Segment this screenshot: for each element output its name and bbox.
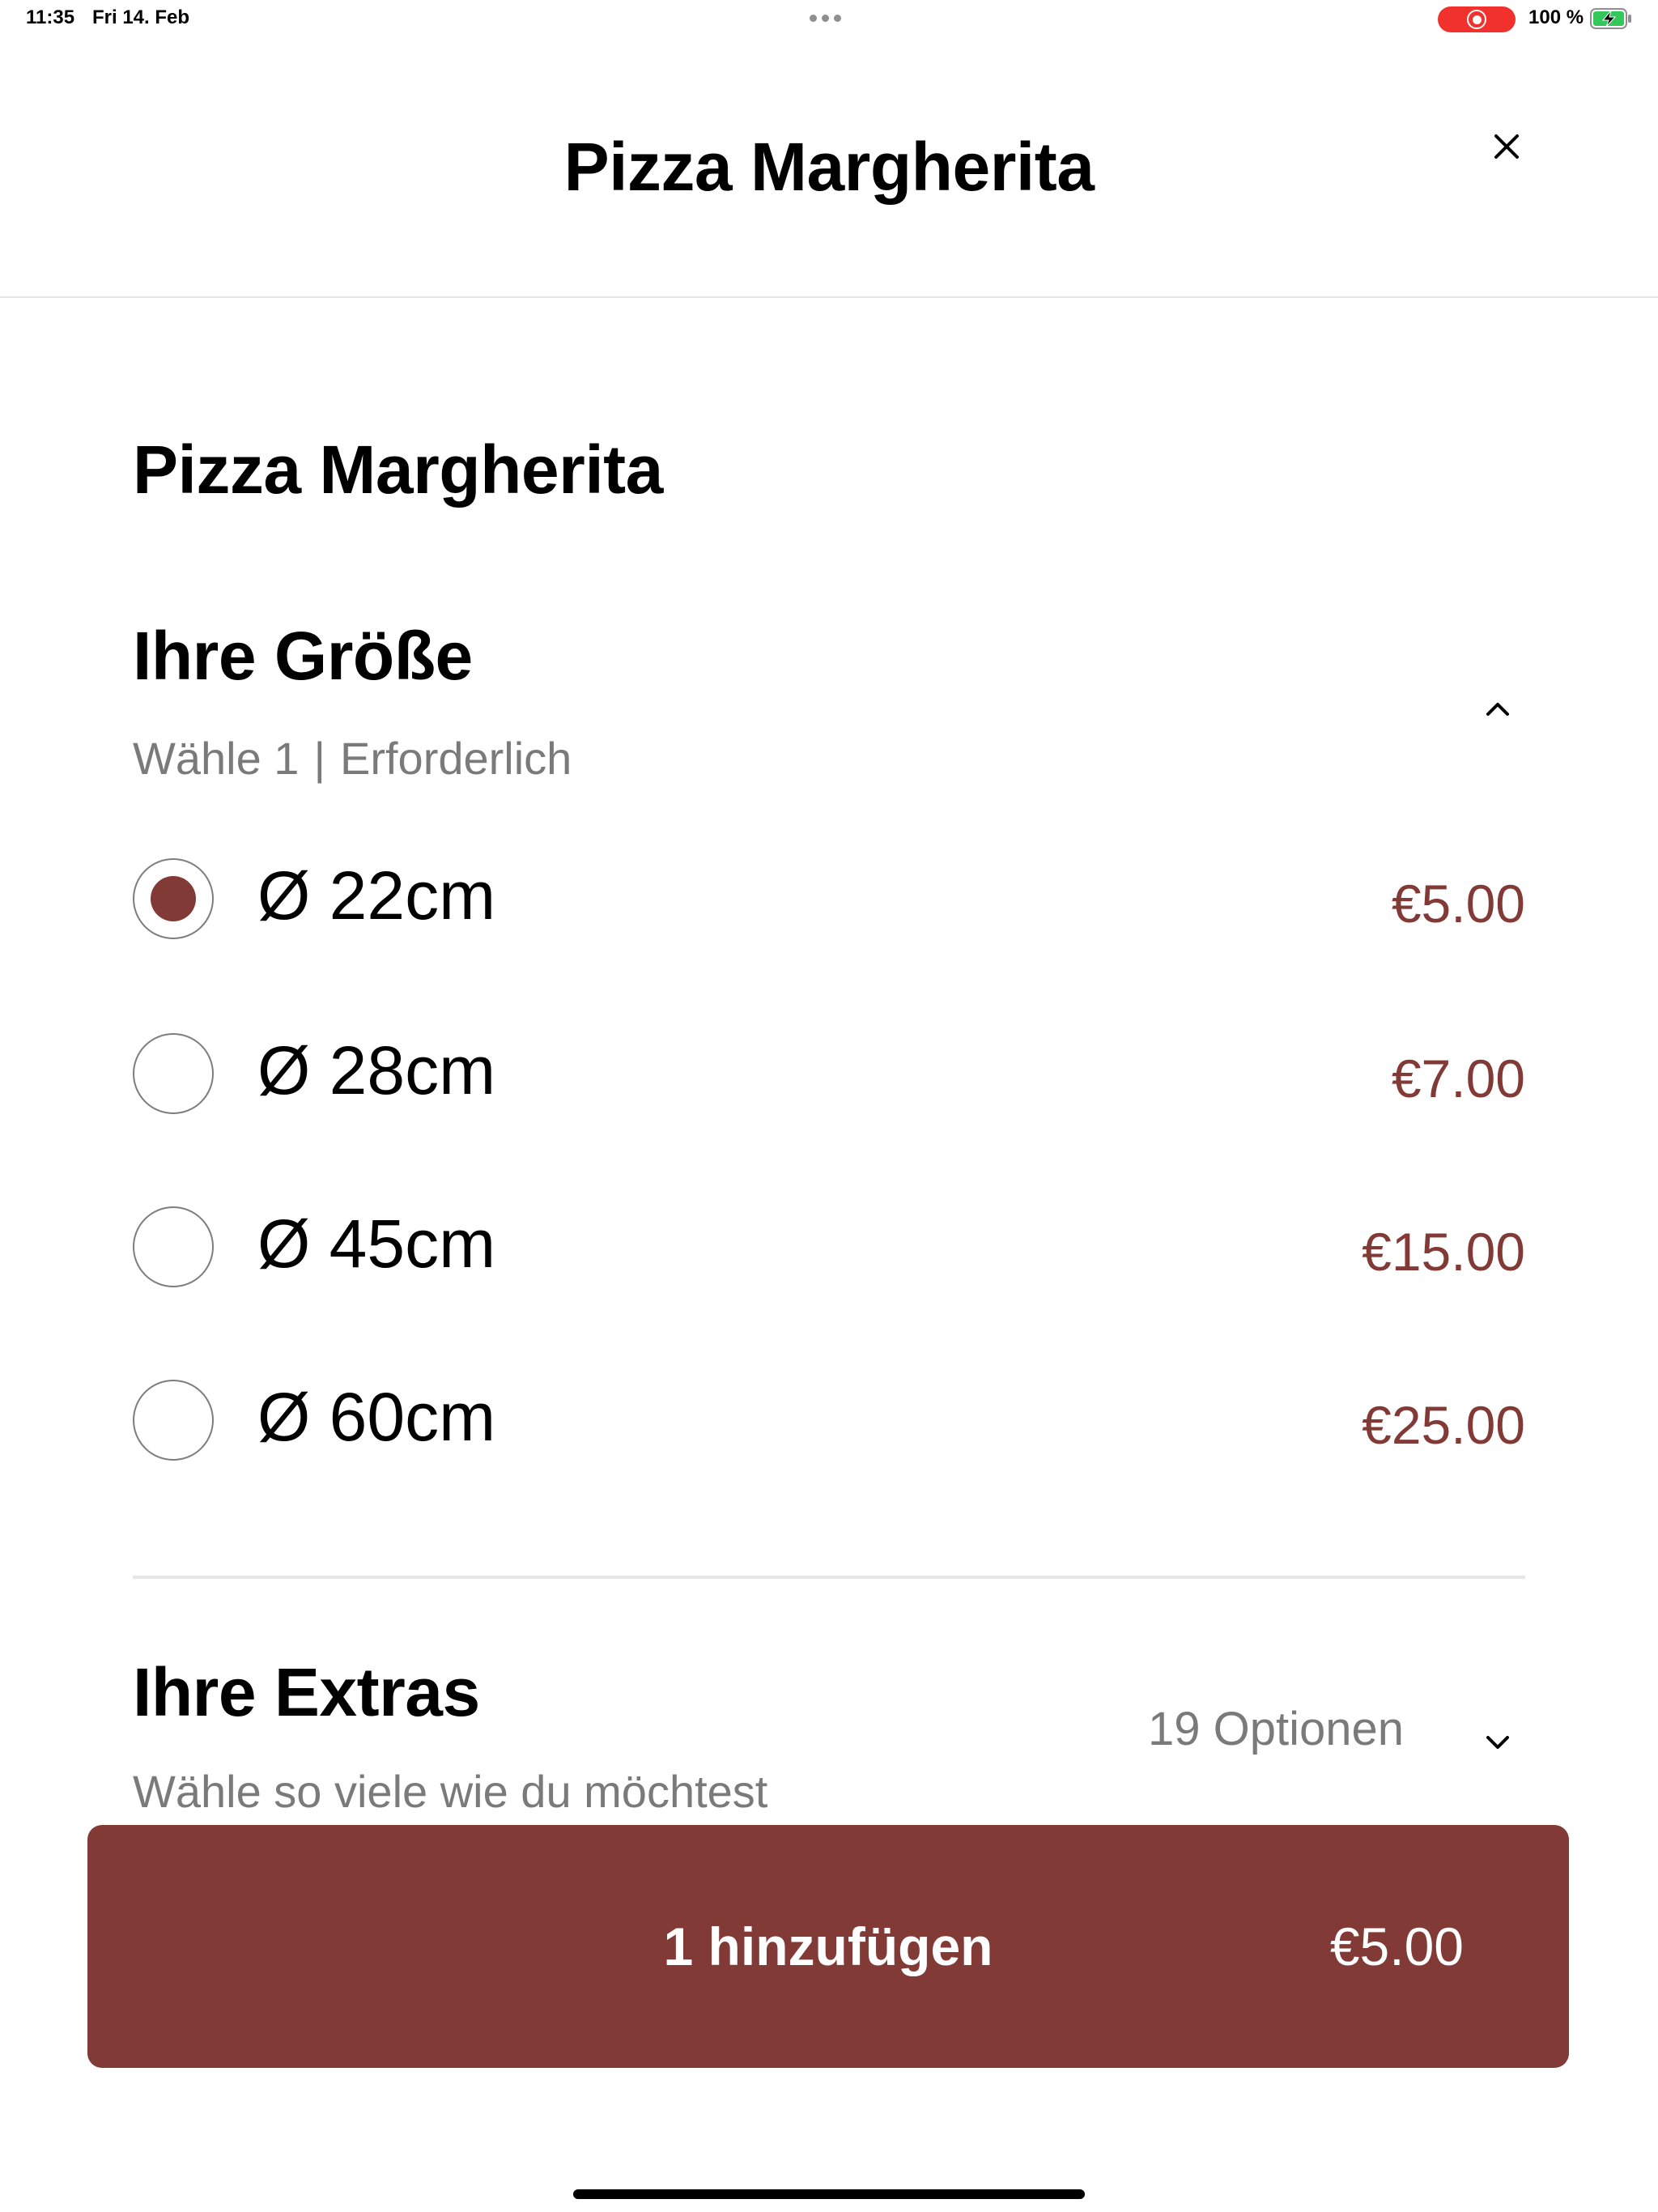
radio-button-selected[interactable] <box>133 858 214 939</box>
add-to-cart-button[interactable]: 1 hinzufügen €5.00 <box>87 1825 1569 2068</box>
home-indicator[interactable] <box>573 2189 1085 2199</box>
section-divider <box>133 1576 1525 1579</box>
radio-button[interactable] <box>133 1206 214 1287</box>
status-time: 11:35 <box>26 6 75 28</box>
size-option-28cm[interactable]: Ø 28cm €7.00 <box>133 1032 1525 1117</box>
screen-recording-icon[interactable] <box>1438 6 1516 32</box>
chevron-up-icon[interactable] <box>1482 693 1514 725</box>
size-option-price: €7.00 <box>1391 1049 1525 1108</box>
radio-button[interactable] <box>133 1380 214 1461</box>
size-group-subtitle: Wähle 1 | Erforderlich <box>133 732 572 785</box>
size-option-price: €25.00 <box>1362 1395 1525 1455</box>
size-option-60cm[interactable]: Ø 60cm €25.00 <box>133 1379 1525 1464</box>
battery-percentage: 100 % <box>1528 6 1584 28</box>
status-date: Fri 14. Feb <box>92 6 190 28</box>
size-group-choose: Wähle 1 <box>133 733 300 784</box>
chevron-down-icon[interactable] <box>1482 1726 1514 1759</box>
size-option-label: Ø 45cm <box>257 1206 496 1282</box>
page-title: Pizza Margherita <box>563 129 1095 205</box>
size-option-price: €5.00 <box>1391 874 1525 934</box>
size-option-label: Ø 60cm <box>257 1379 496 1455</box>
size-group-title: Ihre Größe <box>133 618 473 694</box>
extras-group-title: Ihre Extras <box>133 1654 480 1730</box>
size-group-required: Erforderlich <box>339 733 572 784</box>
add-button-price: €5.00 <box>1329 1916 1464 1976</box>
multitasking-dots-icon[interactable] <box>810 15 841 22</box>
radio-button[interactable] <box>133 1033 214 1114</box>
close-icon[interactable] <box>1488 128 1525 165</box>
size-option-label: Ø 28cm <box>257 1032 496 1108</box>
item-title: Pizza Margherita <box>133 432 663 508</box>
status-bar: 11:35 Fri 14. Feb 100 % <box>0 0 1658 39</box>
size-option-price: €15.00 <box>1362 1222 1525 1282</box>
extras-group-subtitle: Wähle so viele wie du möchtest <box>133 1766 768 1817</box>
size-option-22cm[interactable]: Ø 22cm €5.00 <box>133 857 1525 942</box>
size-group-separator: | <box>313 733 325 784</box>
sheet-header: Pizza Margherita <box>0 39 1658 298</box>
extras-options-count: 19 Optionen <box>1147 1703 1404 1755</box>
battery-charging-icon <box>1590 8 1631 29</box>
size-option-label: Ø 22cm <box>257 857 496 934</box>
size-option-45cm[interactable]: Ø 45cm €15.00 <box>133 1206 1525 1291</box>
